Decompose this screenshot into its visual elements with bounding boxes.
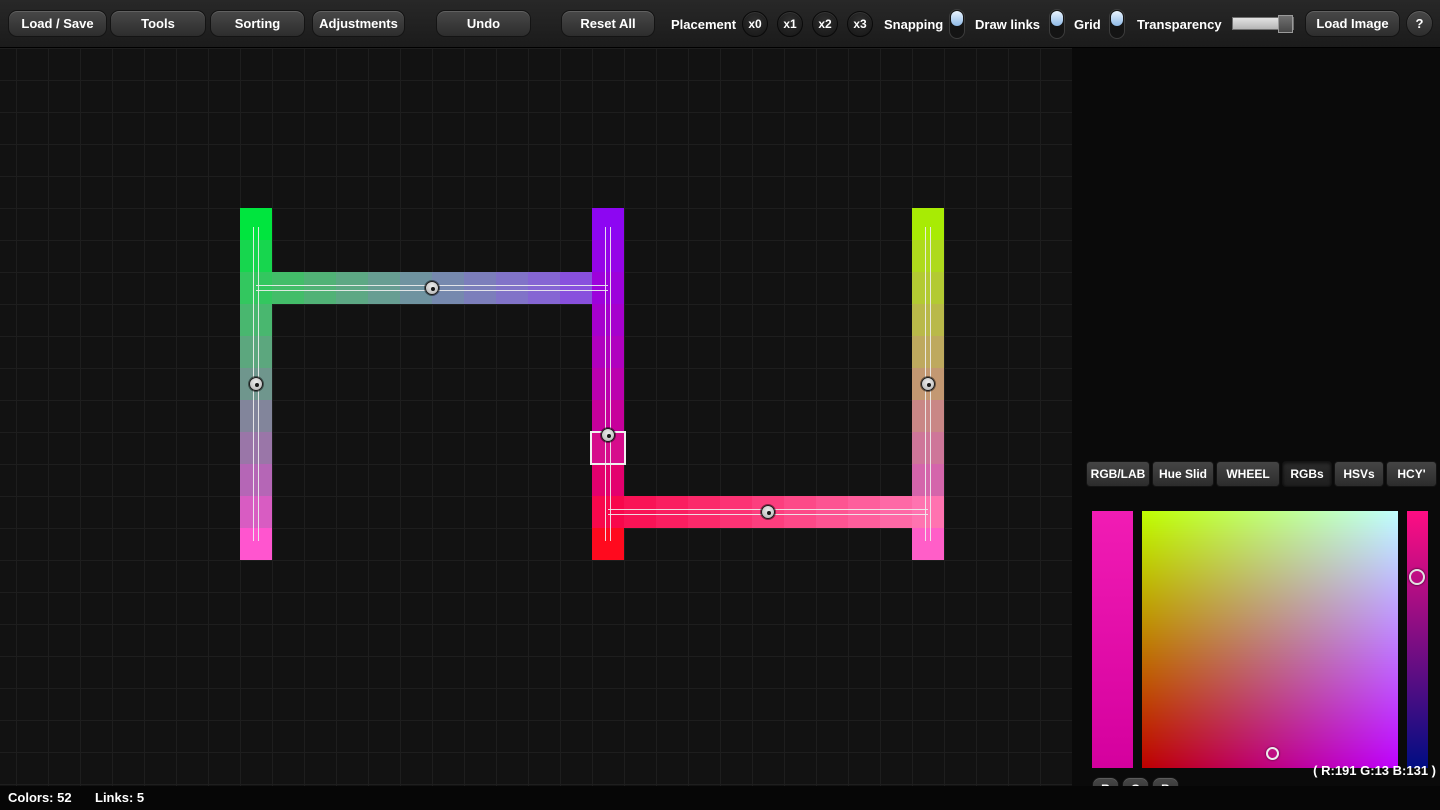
link-handle[interactable] (249, 377, 263, 391)
draw-links-label: Draw links (975, 17, 1040, 32)
status-bar: Colors: 52 Links: 5 (0, 786, 1440, 810)
snapping-label: Snapping (884, 17, 943, 32)
tools-button[interactable]: Tools (110, 10, 206, 37)
links-count: Links: 5 (95, 790, 144, 805)
color-square-gradient (1142, 511, 1398, 768)
current-color-bar (1092, 511, 1133, 768)
link-line[interactable] (605, 227, 611, 541)
snapping-toggle-knob (951, 11, 963, 26)
grid-label: Grid (1074, 17, 1101, 32)
tab-rgbs[interactable]: RGBs (1282, 461, 1332, 487)
sorting-button[interactable]: Sorting (210, 10, 305, 37)
link-handle[interactable] (601, 428, 615, 442)
reset-all-button[interactable]: Reset All (561, 10, 655, 37)
adjustments-button[interactable]: Adjustments (312, 10, 405, 37)
red-channel-slider-handle[interactable] (1409, 569, 1425, 585)
draw-links-toggle-knob (1051, 11, 1063, 26)
transparency-label: Transparency (1137, 17, 1222, 32)
snapping-toggle[interactable] (949, 9, 965, 39)
grid-toggle-knob (1111, 11, 1123, 26)
tab-hsvs[interactable]: HSVs (1334, 461, 1384, 487)
color-square[interactable] (1142, 511, 1398, 768)
help-button[interactable]: ? (1406, 10, 1433, 37)
transparency-slider-handle[interactable] (1278, 15, 1293, 33)
undo-button[interactable]: Undo (436, 10, 531, 37)
draw-links-toggle[interactable] (1049, 9, 1065, 39)
colors-count: Colors: 52 (8, 790, 72, 805)
color-panel: RGB/LAB Hue Slid WHEEL RGBs HSVs HCY' R … (1072, 48, 1440, 786)
color-square-cursor[interactable] (1266, 747, 1279, 760)
link-handle[interactable] (425, 281, 439, 295)
placement-x3-button[interactable]: x3 (847, 11, 873, 37)
link-handle[interactable] (761, 505, 775, 519)
load-save-button[interactable]: Load / Save (8, 10, 107, 37)
palette-canvas[interactable] (0, 48, 1072, 786)
placement-x0-button[interactable]: x0 (742, 11, 768, 37)
grid-toggle[interactable] (1109, 9, 1125, 39)
placement-label: Placement (671, 17, 736, 32)
link-handle[interactable] (921, 377, 935, 391)
rgb-readout: ( R:191 G:13 B:131 ) (1313, 763, 1436, 778)
transparency-slider[interactable] (1232, 17, 1294, 30)
tab-wheel[interactable]: WHEEL (1216, 461, 1280, 487)
tab-hcy[interactable]: HCY' (1386, 461, 1437, 487)
app-root: Load / Save Tools Sorting Adjustments Un… (0, 0, 1440, 810)
placement-x1-button[interactable]: x1 (777, 11, 803, 37)
load-image-button[interactable]: Load Image (1305, 10, 1400, 37)
toolbar: Load / Save Tools Sorting Adjustments Un… (0, 0, 1440, 48)
tab-hue-slid[interactable]: Hue Slid (1152, 461, 1214, 487)
red-channel-slider[interactable] (1407, 511, 1428, 768)
tab-rgb-lab[interactable]: RGB/LAB (1086, 461, 1150, 487)
placement-x2-button[interactable]: x2 (812, 11, 838, 37)
